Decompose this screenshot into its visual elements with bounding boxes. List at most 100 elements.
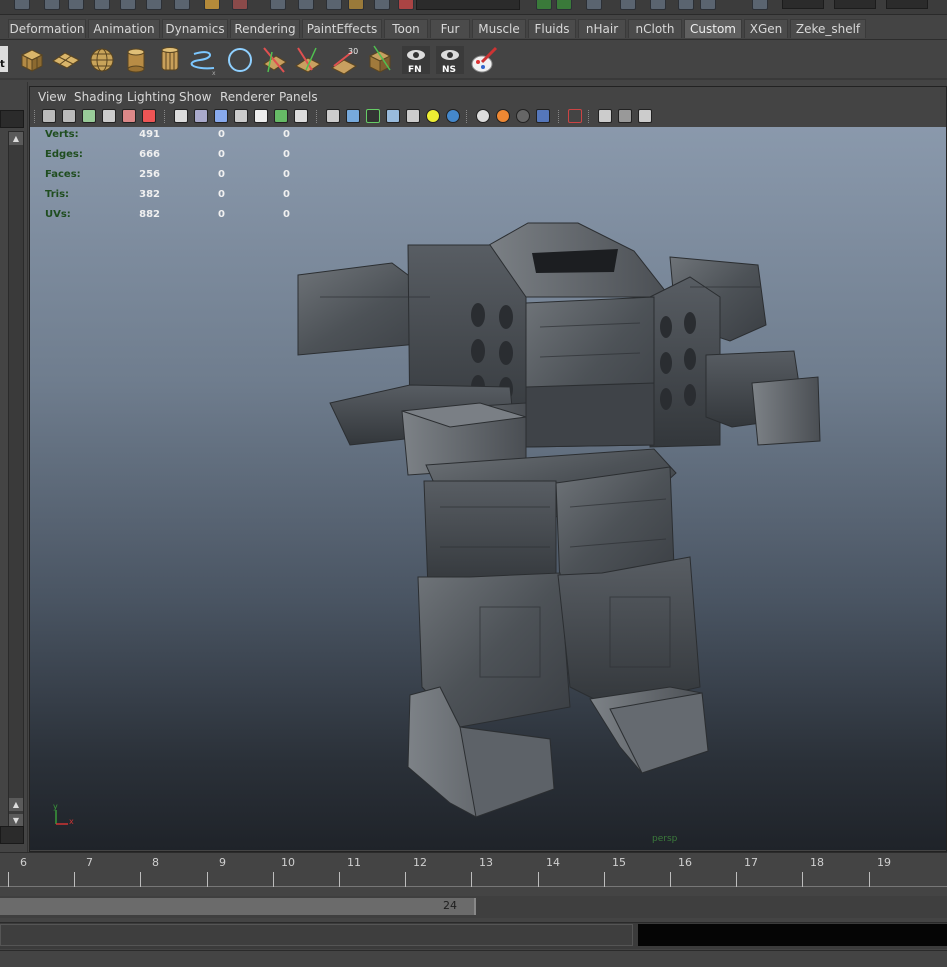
xray-icon[interactable]	[386, 109, 400, 123]
tab-animation[interactable]: Animation	[88, 19, 160, 38]
shadows-icon[interactable]	[446, 109, 460, 123]
render-icon[interactable]	[298, 0, 314, 10]
smooth-shade-icon[interactable]	[346, 109, 360, 123]
manipulator-icon[interactable]	[174, 0, 190, 10]
ipr-icon[interactable]	[326, 0, 342, 10]
tab-custom[interactable]: Custom	[684, 19, 742, 38]
menu-renderer[interactable]: Renderer	[220, 88, 275, 106]
status-field-2[interactable]	[834, 0, 876, 9]
status-field-1[interactable]	[782, 0, 824, 9]
history-icon[interactable]	[270, 0, 286, 10]
tab-painteffects[interactable]: PaintEffects	[302, 19, 382, 38]
time-tick-mark	[538, 872, 539, 887]
scroll-down-arrow[interactable]: ▲	[9, 798, 23, 811]
gate-mask-icon[interactable]	[234, 109, 248, 123]
bookmark-icon[interactable]	[82, 109, 96, 123]
tab-dynamics[interactable]: Dynamics	[162, 19, 228, 38]
input-icon[interactable]	[398, 0, 414, 10]
move-tool-icon[interactable]	[94, 0, 110, 10]
tab-xgen[interactable]: XGen	[744, 19, 788, 38]
outliner-view-icon[interactable]	[638, 109, 652, 123]
isolate-select-icon[interactable]	[568, 109, 582, 123]
side-field[interactable]	[0, 110, 24, 128]
menu-panels[interactable]: Panels	[279, 88, 318, 106]
safe-action-icon[interactable]	[274, 109, 288, 123]
menu-lighting[interactable]: Lighting	[127, 88, 176, 106]
bevel-30-icon[interactable]: 30	[328, 44, 360, 76]
screen-space-ao-icon[interactable]	[476, 109, 490, 123]
curve-tool-icon[interactable]: x	[188, 44, 220, 76]
menu-shading[interactable]: Shading	[74, 88, 123, 106]
multi-cut-icon[interactable]	[292, 44, 324, 76]
single-view-icon[interactable]	[598, 109, 612, 123]
image-plane-icon[interactable]	[102, 109, 116, 123]
menu-show[interactable]: Show	[179, 88, 211, 106]
cylinder-icon[interactable]	[120, 44, 152, 76]
lock-icon[interactable]	[586, 0, 602, 10]
tab-nhair[interactable]: nHair	[578, 19, 626, 38]
perspective-viewport[interactable]: Verts: 491 0 0 Edges: 666 0 0 Faces: 256…	[30, 127, 946, 850]
snap-icon[interactable]	[204, 0, 220, 10]
lasso-tool-icon[interactable]	[44, 0, 60, 10]
menu-view[interactable]: View	[38, 88, 66, 106]
tab-muscle[interactable]: Muscle	[472, 19, 526, 38]
split-edge-icon[interactable]	[258, 44, 290, 76]
camera-attributes-icon[interactable]	[62, 109, 76, 123]
barrel-icon[interactable]	[154, 44, 186, 76]
rotate-tool-icon[interactable]	[120, 0, 136, 10]
scroll-up-button[interactable]: ▲	[9, 132, 23, 145]
select-tool-icon[interactable]	[14, 0, 30, 10]
2d-pan-zoom-icon[interactable]	[122, 109, 136, 123]
plane-crate-icon[interactable]	[50, 44, 82, 76]
safe-title-icon[interactable]	[294, 109, 308, 123]
command-input[interactable]	[0, 924, 633, 946]
tab-fluids[interactable]: Fluids	[528, 19, 576, 38]
range-slider-handle[interactable]	[0, 898, 476, 915]
tab-deformation[interactable]: Deformation	[8, 19, 86, 38]
wireframe-on-shaded-icon[interactable]	[366, 109, 380, 123]
field-chart-icon[interactable]	[254, 109, 268, 123]
grease-pencil-icon[interactable]	[142, 109, 156, 123]
four-view-icon[interactable]	[618, 109, 632, 123]
scale-tool-icon[interactable]	[146, 0, 162, 10]
tab-ncloth[interactable]: nCloth	[628, 19, 682, 38]
tab-zeke-shelf[interactable]: Zeke_shelf	[790, 19, 866, 38]
textured-icon[interactable]	[406, 109, 420, 123]
motion-blur-icon[interactable]	[496, 109, 510, 123]
snap-toggle-icon[interactable]	[536, 0, 552, 10]
quick-field[interactable]	[416, 0, 520, 10]
side-bottom-field[interactable]	[0, 826, 24, 844]
normal-size-icon[interactable]: NS	[434, 44, 466, 76]
sphere-crate-icon[interactable]	[86, 44, 118, 76]
select-camera-icon[interactable]	[42, 109, 56, 123]
film-gate-icon[interactable]	[194, 109, 208, 123]
grid-icon[interactable]	[174, 109, 188, 123]
render-settings-icon[interactable]	[348, 0, 364, 10]
panel-icon[interactable]	[620, 0, 636, 10]
circle-icon[interactable]	[224, 44, 256, 76]
panel-3-icon[interactable]	[678, 0, 694, 10]
paint-select-icon[interactable]	[68, 0, 84, 10]
uv-crate-icon[interactable]	[364, 44, 396, 76]
snap-curve-icon[interactable]	[232, 0, 248, 10]
side-scrollbar[interactable]: ▲ ▲ ▼	[8, 131, 24, 830]
wireframe-icon[interactable]	[326, 109, 340, 123]
svg-text:x: x	[212, 70, 216, 76]
panel-2-icon[interactable]	[650, 0, 666, 10]
panel-4-icon[interactable]	[700, 0, 716, 10]
status-field-3[interactable]	[886, 0, 928, 9]
cube-crate-icon[interactable]	[16, 44, 48, 76]
resolution-gate-icon[interactable]	[214, 109, 228, 123]
hypershade-icon[interactable]	[374, 0, 390, 10]
depth-of-field-icon[interactable]	[536, 109, 550, 123]
tab-toon[interactable]: Toon	[384, 19, 428, 38]
layout-icon[interactable]	[752, 0, 768, 10]
face-normals-icon[interactable]: FN	[400, 44, 432, 76]
snap-toggle-2-icon[interactable]	[556, 0, 572, 10]
anti-aliasing-icon[interactable]	[516, 109, 530, 123]
tab-fur[interactable]: Fur	[430, 19, 470, 38]
tab-rendering[interactable]: Rendering	[230, 19, 300, 38]
paint-brush-icon[interactable]	[468, 44, 500, 76]
use-all-lights-icon[interactable]	[426, 109, 440, 123]
mech-robot-model[interactable]	[30, 127, 946, 850]
